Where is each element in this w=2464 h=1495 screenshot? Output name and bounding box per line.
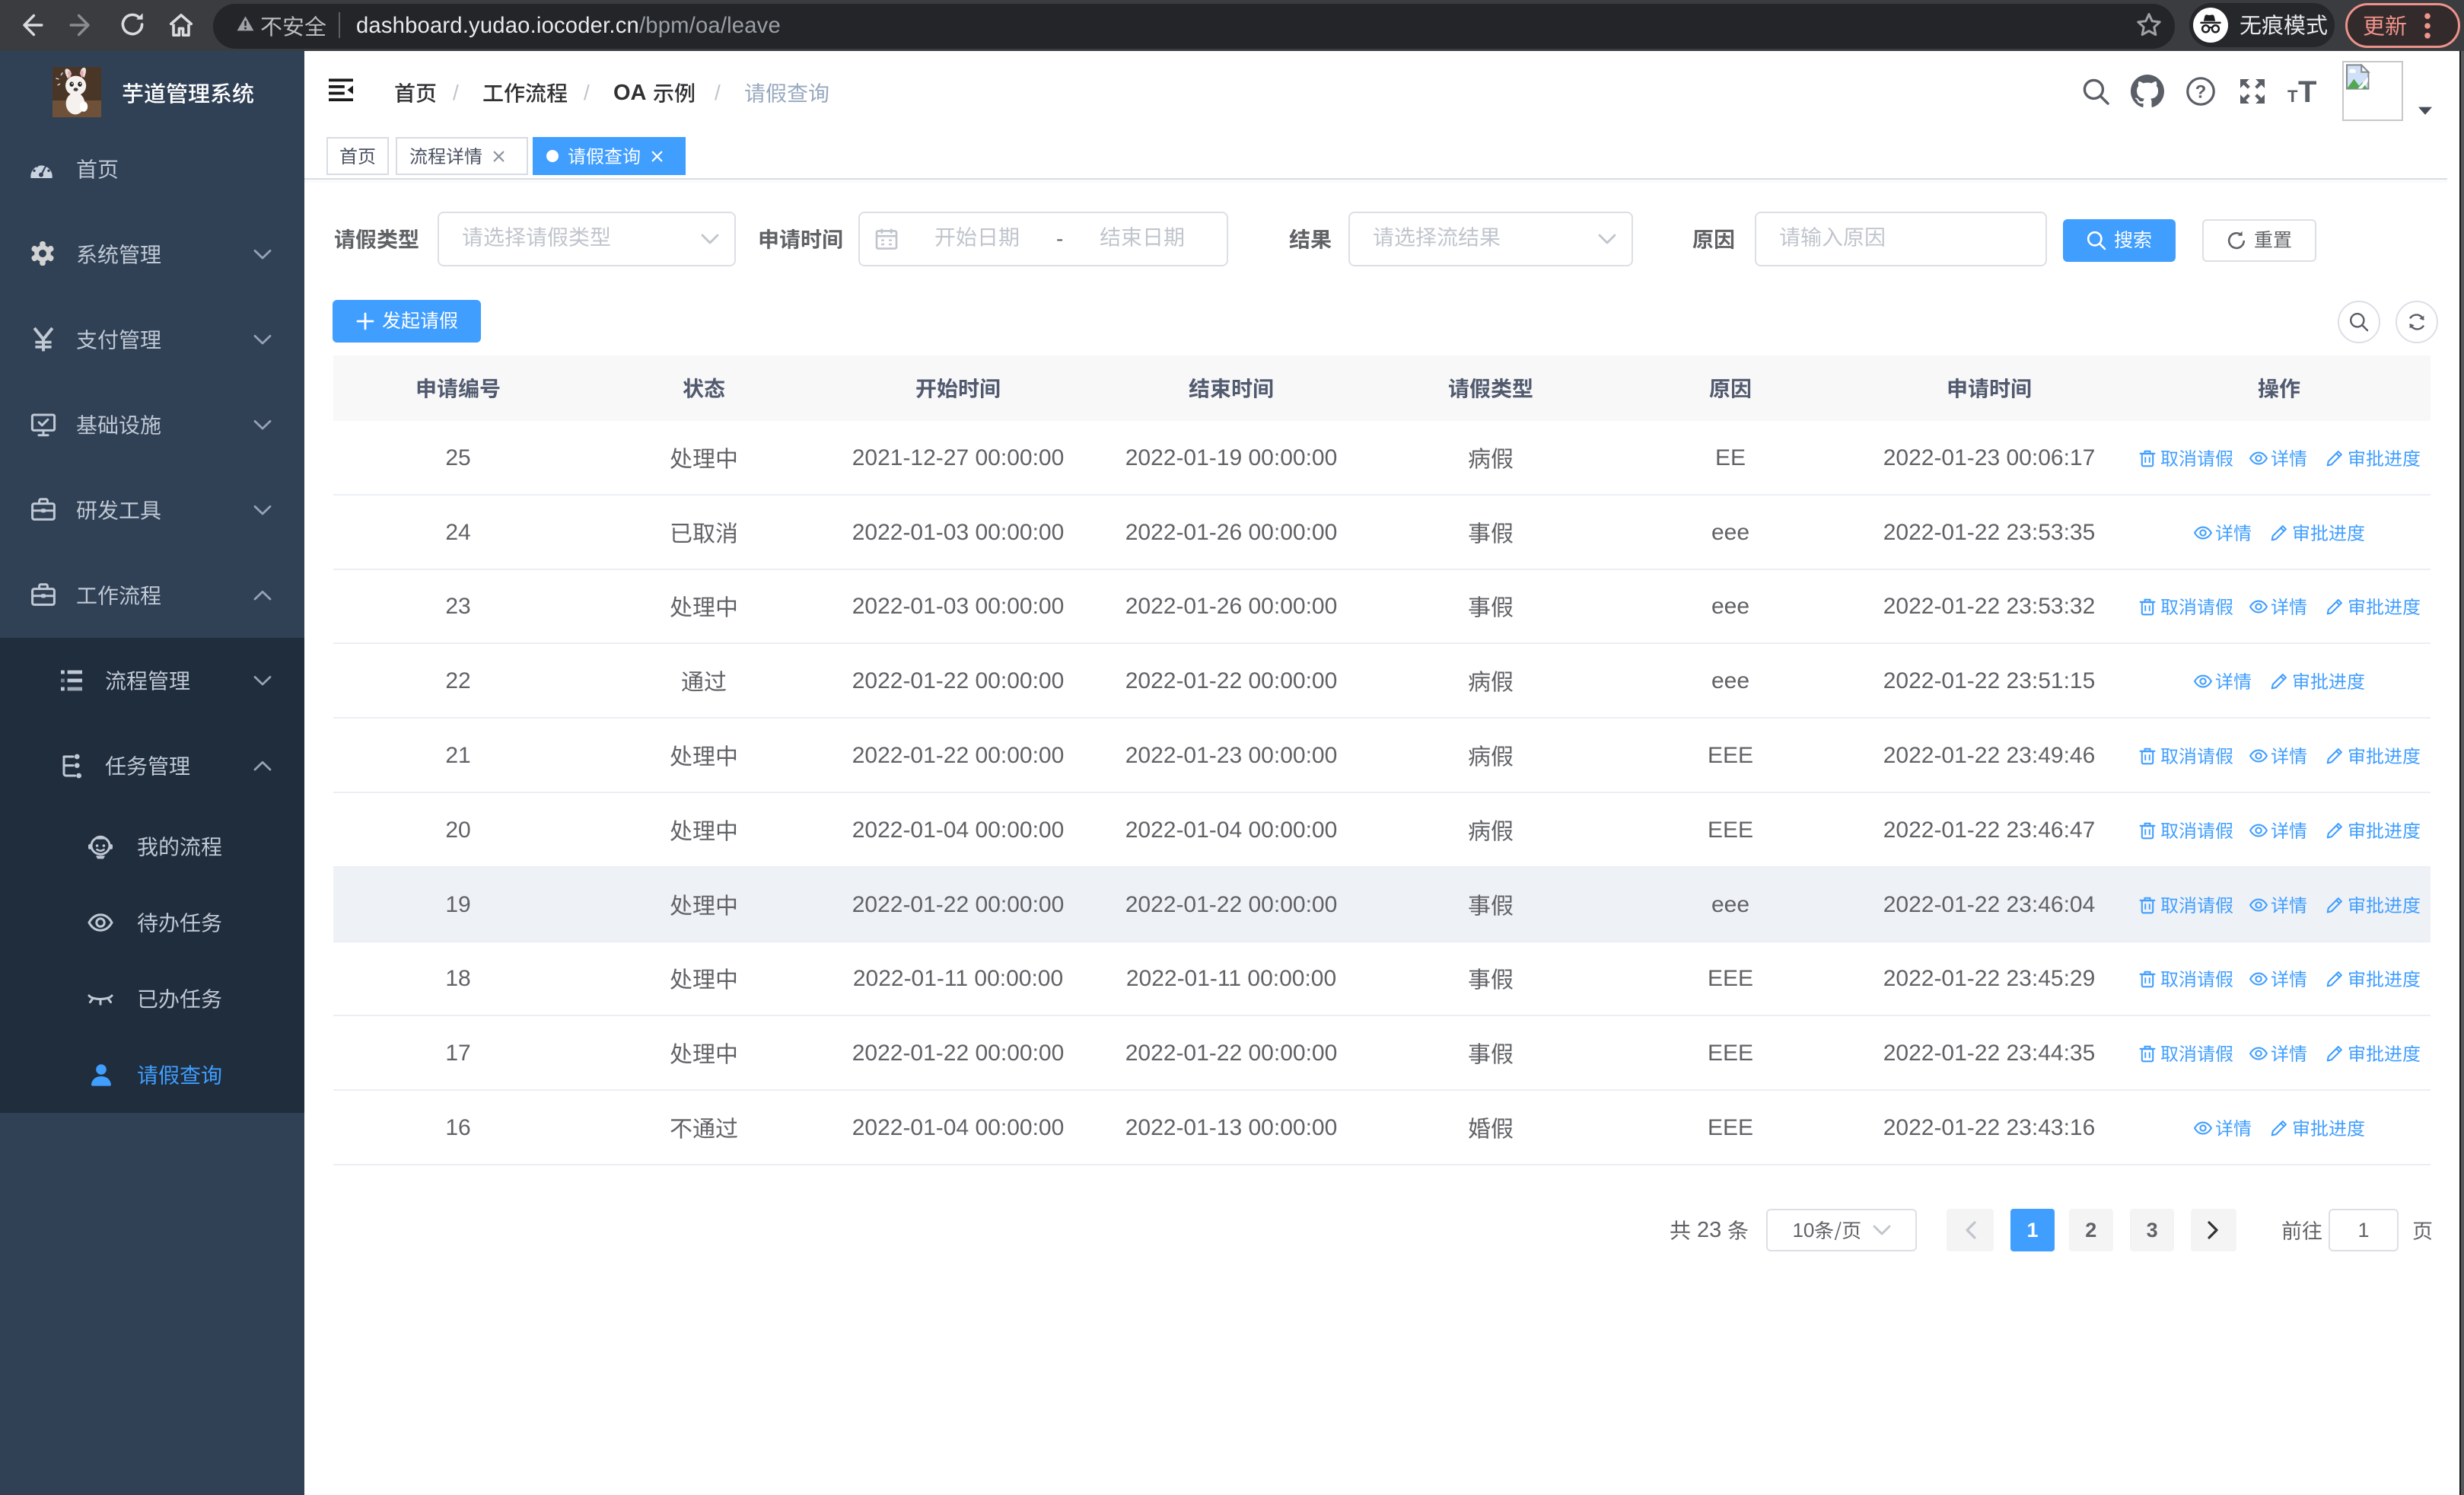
svg-text:T: T (2298, 76, 2316, 107)
svg-text:?: ? (2195, 81, 2207, 102)
svg-text:T: T (2287, 87, 2298, 106)
